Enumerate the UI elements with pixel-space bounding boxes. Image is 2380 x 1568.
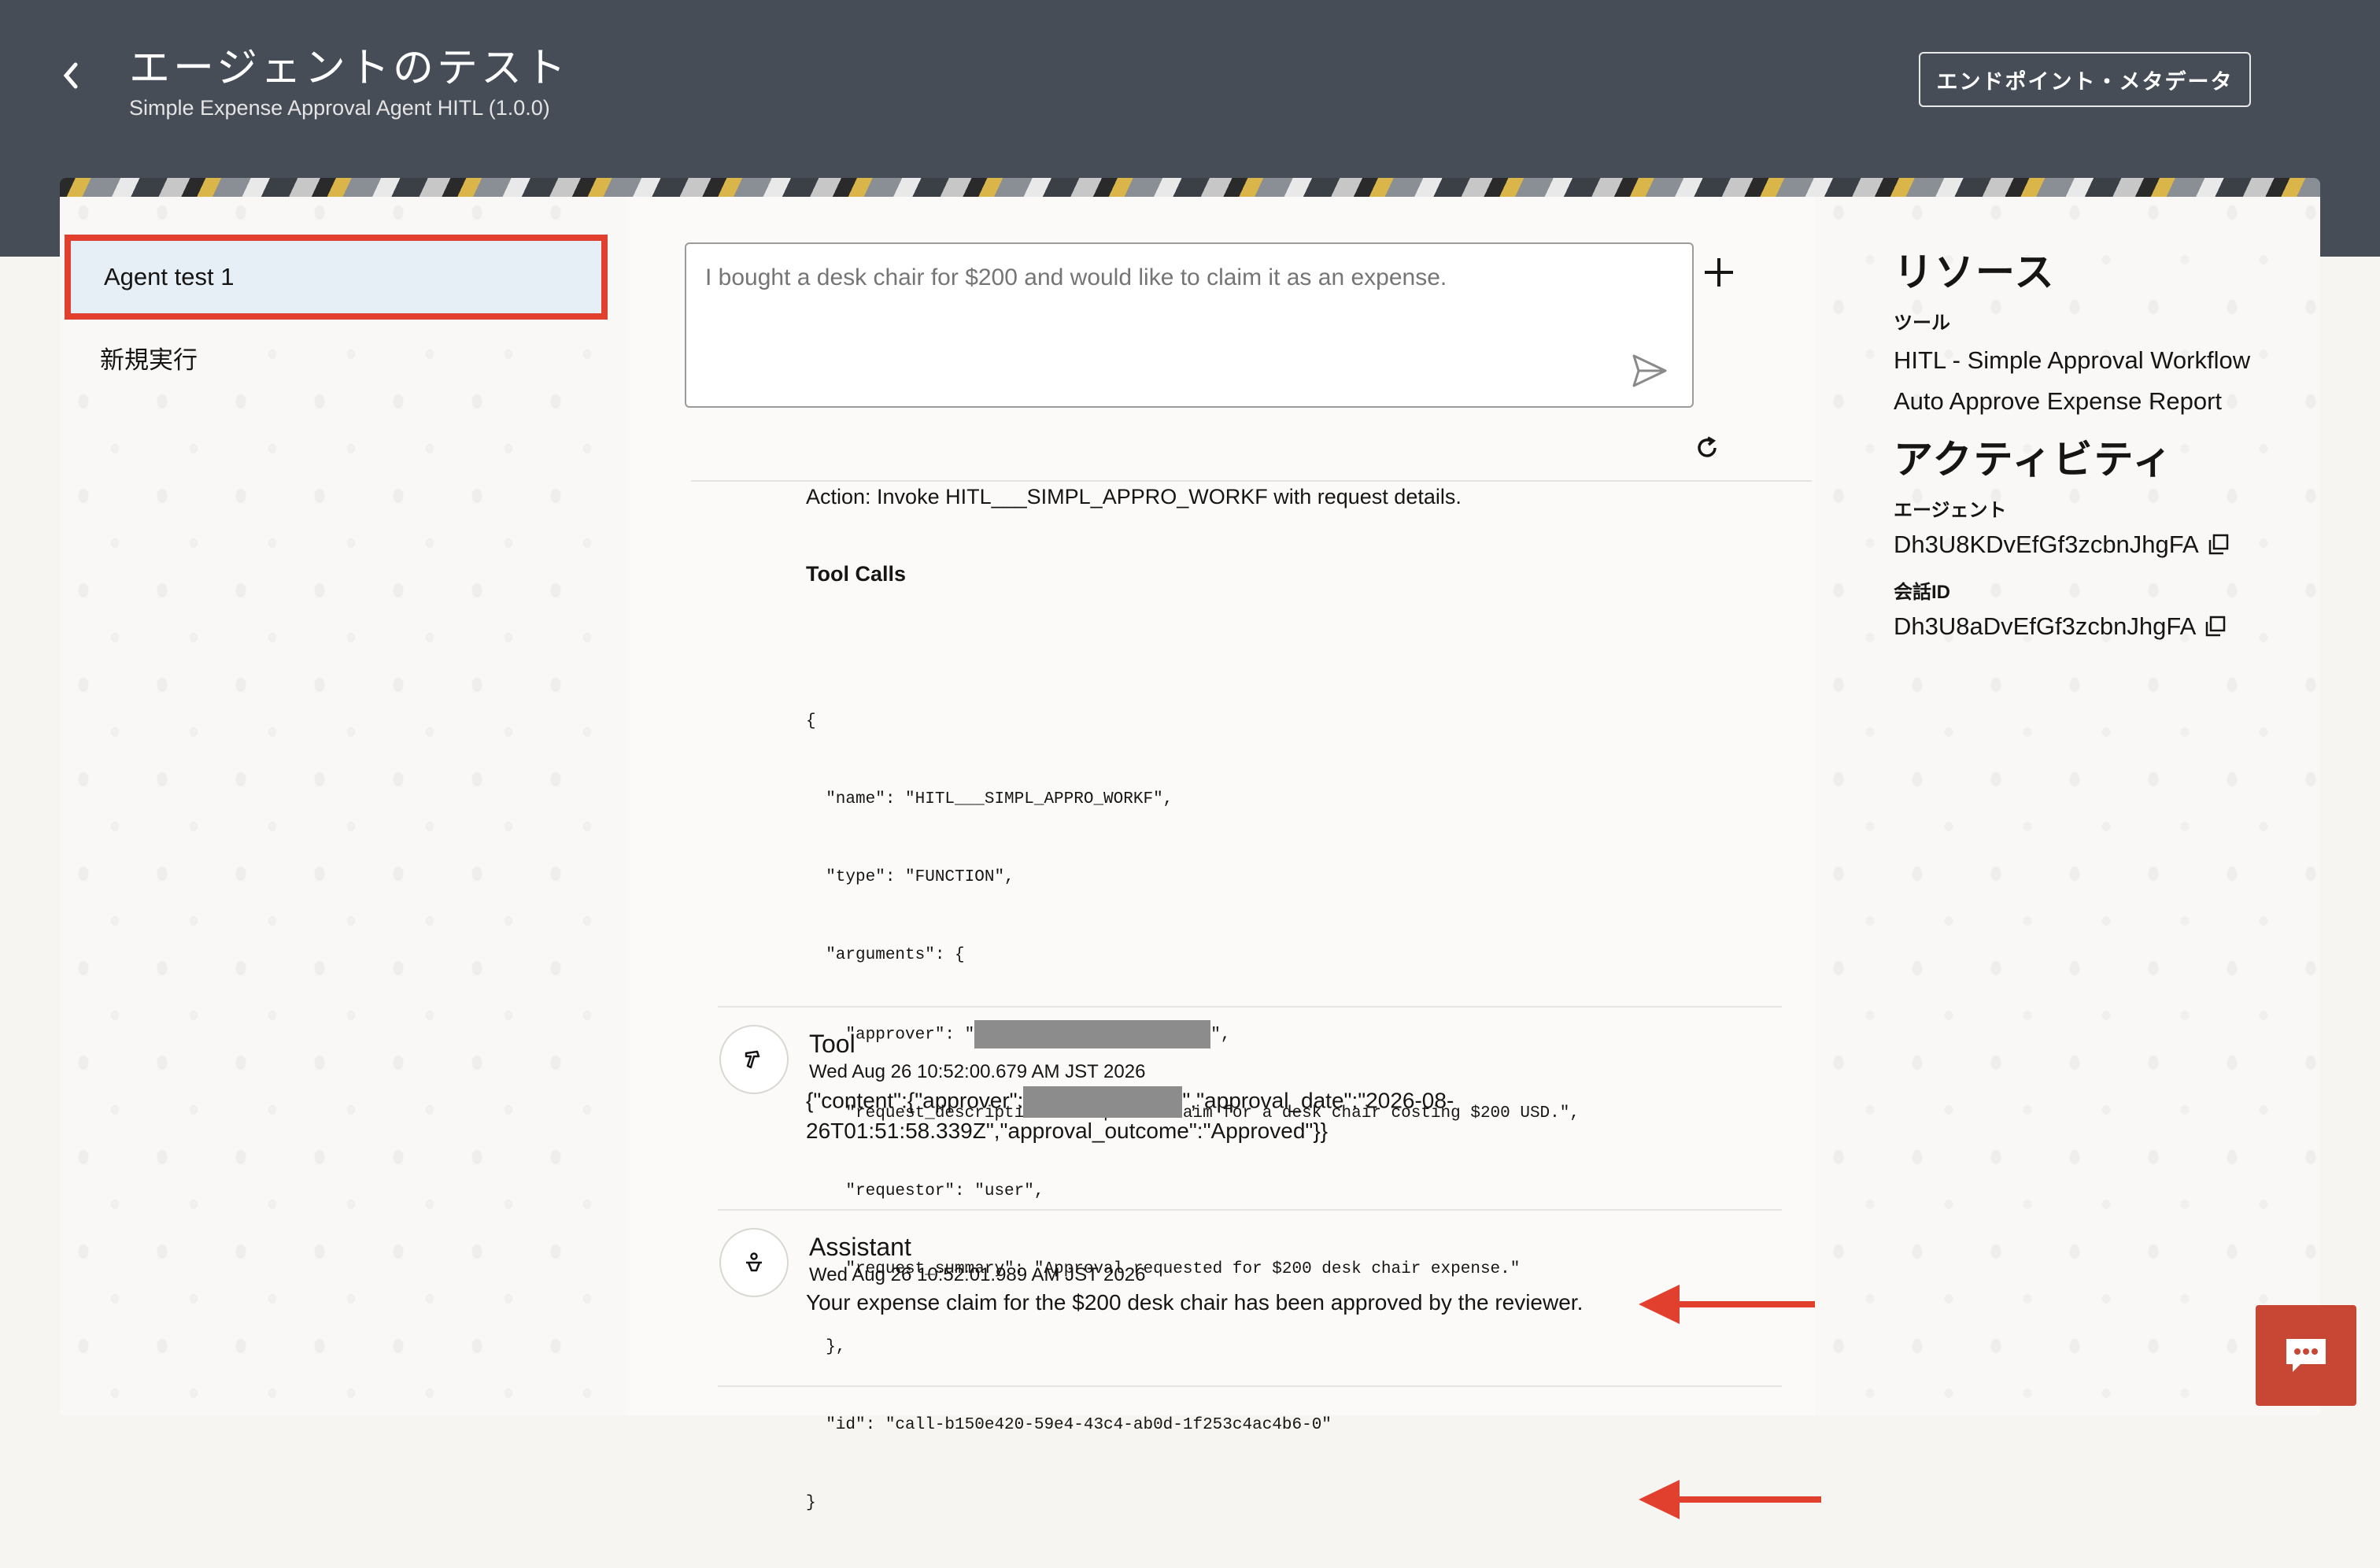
tool-link[interactable]: Auto Approve Expense Report	[1894, 387, 2222, 416]
send-icon[interactable]	[1631, 353, 1669, 389]
tool-avatar	[719, 1025, 789, 1094]
message-fragment: {"content":{"approver":	[806, 1088, 1024, 1113]
tool-calls-label: Tool Calls	[806, 562, 907, 586]
refresh-icon[interactable]	[1694, 435, 1720, 461]
message-separator	[718, 1385, 1782, 1387]
prompt-input[interactable]	[704, 261, 1651, 294]
plus-icon[interactable]	[1700, 253, 1738, 291]
tool-link[interactable]: HITL - Simple Approval Workflow	[1894, 346, 2250, 375]
resources-heading: リソース	[1894, 250, 2056, 294]
decorative-banner	[60, 178, 2320, 197]
message-separator	[718, 1006, 1782, 1008]
assistant-avatar	[719, 1228, 789, 1297]
json-line: "id": "call-b150e420-59e4-43c4-ab0d-1f25…	[806, 1416, 1332, 1434]
json-line-approver: "approver": " ",	[806, 1020, 1580, 1048]
back-button[interactable]	[55, 55, 87, 96]
page-title: エージェントのテスト	[129, 46, 569, 91]
hammer-icon	[745, 1050, 760, 1069]
activity-heading: アクティビティ	[1894, 438, 2174, 482]
json-line: "name": "HITL___SIMPL_APPRO_WORKF",	[806, 790, 1173, 808]
assistant-icon	[746, 1252, 762, 1272]
resources-panel: リソース ツール HITL - Simple Approval Workflow…	[1815, 197, 2320, 1415]
message-fragment: ","approval_date":"2026-08-	[1182, 1088, 1454, 1113]
new-run-item[interactable]: 新規実行	[100, 340, 198, 375]
annotation-arrow	[1639, 1285, 1821, 1324]
annotation-arrow	[1639, 1480, 1821, 1519]
action-text: Action: Invoke HITL___SIMPL_APPRO_WORKF …	[806, 485, 1462, 508]
session-id: Dh3U8aDvEfGf3zcbnJhgFA	[1894, 612, 2197, 640]
json-line: "requestor": "user",	[806, 1182, 1044, 1200]
session-label: 会話ID	[1894, 582, 1950, 603]
message-fragment: 26T01:51:58.339Z","approval_outcome":"Ap…	[806, 1119, 1329, 1143]
chevron-left-icon	[63, 62, 78, 89]
runs-sidebar: Agent test 1 新規実行	[60, 197, 626, 1415]
copy-icon[interactable]	[2207, 533, 2230, 557]
agent-label: エージェント	[1894, 500, 2007, 521]
message-body: Your expense claim for the $200 desk cha…	[806, 1290, 1584, 1315]
copy-icon[interactable]	[2204, 615, 2227, 638]
endpoint-metadata-button[interactable]: エンドポイント・メタデータ	[1919, 52, 2251, 107]
message-role: Assistant	[809, 1233, 911, 1261]
redacted-value	[1023, 1086, 1183, 1118]
agent-id-row: Dh3U8KDvEfGf3zcbnJhgFA	[1894, 531, 2230, 559]
chat-fab-button[interactable]	[2256, 1305, 2356, 1406]
json-fragment: ",	[1210, 1026, 1231, 1045]
agent-subtitle: Simple Expense Approval Agent HITL (1.0.…	[129, 96, 550, 120]
json-line: }	[806, 1494, 816, 1512]
redacted-value	[974, 1020, 1211, 1048]
agent-id: Dh3U8KDvEfGf3zcbnJhgFA	[1894, 531, 2199, 558]
chat-bubble-icon	[2286, 1339, 2326, 1372]
message-timestamp: Wed Aug 26 10:52:01.989 AM JST 2026	[809, 1264, 1146, 1285]
message-timestamp: Wed Aug 26 10:52:00.679 AM JST 2026	[809, 1061, 1146, 1082]
divider	[691, 480, 1812, 482]
json-line: "arguments": {	[806, 946, 965, 964]
json-line: {	[806, 712, 816, 730]
run-item-label: Agent test 1	[104, 263, 235, 290]
message-body: {"content":{"approver": ","approval_date"…	[806, 1086, 1514, 1145]
tools-label: ツール	[1894, 312, 1950, 334]
json-line: "type": "FUNCTION",	[806, 868, 1014, 886]
message-role: Tool	[809, 1030, 856, 1058]
session-id-row: Dh3U8aDvEfGf3zcbnJhgFA	[1894, 612, 2227, 641]
main-panel: Agent test 1 新規実行 Action: Invoke HITL___…	[60, 197, 2320, 1519]
json-line: },	[806, 1338, 846, 1356]
run-item-agent-test-1[interactable]: Agent test 1	[65, 235, 608, 320]
prompt-box[interactable]	[685, 242, 1694, 408]
message-separator	[718, 1209, 1782, 1211]
conversation-area: Action: Invoke HITL___SIMPL_APPRO_WORKF …	[626, 197, 1821, 1519]
